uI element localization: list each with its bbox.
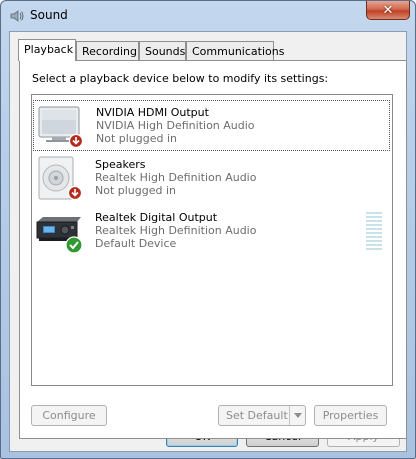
speaker-icon <box>35 155 85 203</box>
properties-label: Properties <box>322 409 379 422</box>
device-driver: NVIDIA High Definition Audio <box>96 119 255 132</box>
sound-dialog: Sound ✕ Playback Recording Sounds Commun… <box>0 0 416 459</box>
device-driver: Realtek High Definition Audio <box>95 224 257 237</box>
meter-segment <box>366 240 382 242</box>
device-name: NVIDIA HDMI Output <box>96 106 209 119</box>
close-button[interactable]: ✕ <box>366 1 410 20</box>
digital-receiver-icon <box>35 208 85 256</box>
meter-segment <box>366 216 382 218</box>
tab-recording[interactable]: Recording <box>76 41 139 61</box>
meter-segment <box>366 244 382 246</box>
set-default-label: Set Default <box>226 409 288 422</box>
device-driver: Realtek High Definition Audio <box>95 171 257 184</box>
device-speakers[interactable]: Speakers Realtek High Definition Audio N… <box>33 153 390 204</box>
meter-segment <box>366 248 382 250</box>
title-bar[interactable]: Sound ✕ <box>1 1 415 31</box>
meter-segment <box>366 236 382 238</box>
tab-communications[interactable]: Communications <box>186 41 284 61</box>
volume-level-meter <box>366 212 382 254</box>
instruction-text: Select a playback device below to modify… <box>32 72 329 85</box>
configure-label: Configure <box>42 409 96 422</box>
speaker-app-icon <box>9 8 25 24</box>
meter-segment <box>366 224 382 226</box>
chevron-down-icon[interactable] <box>289 406 305 425</box>
device-name: Speakers <box>95 158 146 171</box>
tab-playback[interactable]: Playback <box>18 39 76 61</box>
meter-segment <box>366 220 382 222</box>
device-status: Default Device <box>95 237 177 250</box>
hdmi-monitor-icon <box>36 103 86 151</box>
configure-button[interactable]: Configure <box>31 405 107 426</box>
device-status: Not plugged in <box>96 132 178 145</box>
close-icon: ✕ <box>382 2 394 18</box>
meter-segment <box>366 232 382 234</box>
device-status: Not plugged in <box>95 184 177 197</box>
window-title: Sound <box>30 8 68 22</box>
set-default-button[interactable]: Set Default <box>218 405 306 426</box>
device-name: Realtek Digital Output <box>95 211 218 224</box>
device-nvidia-hdmi[interactable]: NVIDIA HDMI Output NVIDIA High Definitio… <box>33 100 390 151</box>
tab-sounds[interactable]: Sounds <box>139 41 186 61</box>
meter-segment <box>366 212 382 214</box>
playback-panel: Select a playback device below to modify… <box>19 60 407 439</box>
device-list[interactable]: NVIDIA HDMI Output NVIDIA High Definitio… <box>31 94 393 386</box>
meter-segment <box>366 228 382 230</box>
dialog-client-area: Playback Recording Sounds Communications… <box>9 31 407 452</box>
properties-button[interactable]: Properties <box>314 405 387 426</box>
device-realtek-digital[interactable]: Realtek Digital Output Realtek High Defi… <box>33 206 390 257</box>
